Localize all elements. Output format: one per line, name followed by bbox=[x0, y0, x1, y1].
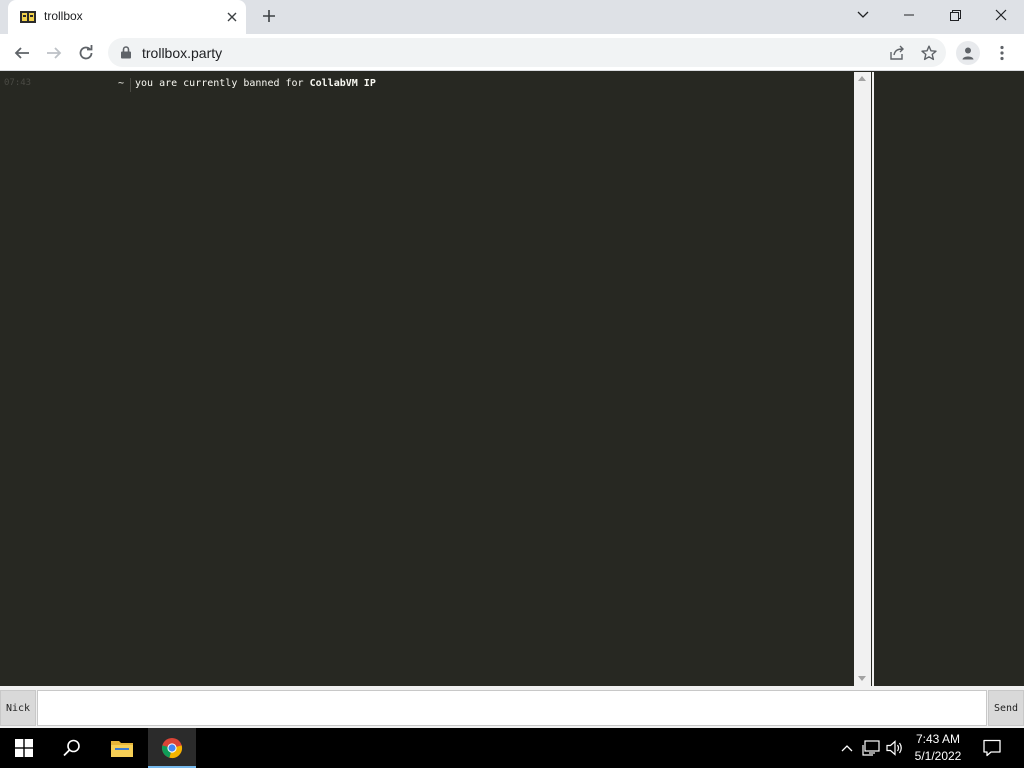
close-icon bbox=[995, 9, 1007, 21]
file-explorer-button[interactable] bbox=[98, 728, 146, 768]
arrow-right-icon bbox=[47, 47, 62, 59]
tab-title: trollbox bbox=[44, 9, 83, 23]
message-input-bar: Nick Send bbox=[0, 686, 1024, 728]
network-tray-button[interactable] bbox=[861, 738, 881, 758]
tab-search-button[interactable] bbox=[840, 0, 886, 30]
chat-message: 07:43 ~ you are currently banned for Col… bbox=[0, 78, 854, 92]
clock-time: 7:43 AM bbox=[915, 732, 961, 746]
arrow-left-icon bbox=[14, 47, 29, 59]
message-text: you are currently banned for CollabVM IP bbox=[135, 78, 376, 89]
chevron-down-icon bbox=[857, 11, 869, 18]
tab-trollbox[interactable]: trollbox bbox=[8, 0, 246, 34]
browser-tab-strip: trollbox bbox=[0, 0, 1024, 34]
message-text-bold: CollabVM IP bbox=[309, 78, 376, 89]
start-button[interactable] bbox=[0, 728, 48, 768]
new-tab-button[interactable] bbox=[259, 7, 279, 27]
message-input[interactable] bbox=[37, 690, 987, 726]
network-icon bbox=[862, 740, 880, 756]
scroll-down-arrow-icon[interactable] bbox=[858, 676, 866, 681]
person-icon bbox=[962, 47, 974, 60]
trollbox-favicon-icon bbox=[20, 9, 36, 25]
star-icon[interactable] bbox=[920, 44, 938, 62]
back-button[interactable] bbox=[8, 39, 36, 67]
show-hidden-icons-button[interactable] bbox=[837, 738, 857, 758]
message-divider bbox=[130, 78, 131, 92]
nick-button[interactable]: Nick bbox=[0, 690, 36, 726]
notification-icon bbox=[983, 739, 1001, 757]
restore-button[interactable] bbox=[932, 0, 978, 30]
chat-scrollbar[interactable] bbox=[854, 72, 871, 686]
chrome-icon bbox=[161, 738, 183, 759]
lock-icon[interactable] bbox=[120, 46, 132, 59]
window-close-button[interactable] bbox=[978, 0, 1024, 30]
search-icon bbox=[63, 739, 80, 757]
taskbar-clock[interactable]: 7:43 AM 5/1/2022 bbox=[908, 731, 968, 765]
windows-logo-icon bbox=[15, 739, 33, 757]
chevron-up-icon bbox=[841, 745, 853, 752]
message-nick[interactable]: ~ bbox=[118, 78, 124, 89]
message-text-prefix: you are currently banned for bbox=[135, 78, 310, 89]
address-bar[interactable]: trollbox.party bbox=[108, 38, 946, 67]
windows-taskbar: 7:43 AM 5/1/2022 bbox=[0, 728, 1024, 768]
url-text[interactable]: trollbox.party bbox=[142, 45, 222, 61]
scroll-track[interactable] bbox=[856, 86, 869, 672]
reload-icon bbox=[79, 45, 93, 60]
action-center-button[interactable] bbox=[980, 736, 1004, 760]
share-icon[interactable] bbox=[888, 44, 906, 62]
send-button[interactable]: Send bbox=[988, 690, 1024, 726]
volume-tray-button[interactable] bbox=[885, 738, 905, 758]
restore-icon bbox=[949, 9, 961, 21]
trollbox-page: 07:43 ~ you are currently banned for Col… bbox=[0, 72, 1024, 728]
close-icon[interactable] bbox=[224, 9, 240, 25]
folder-icon bbox=[111, 741, 133, 757]
taskbar-search-button[interactable] bbox=[48, 728, 96, 768]
minimize-icon bbox=[904, 14, 914, 16]
online-users-panel bbox=[872, 72, 1024, 686]
browser-menu-button[interactable] bbox=[992, 41, 1012, 65]
forward-button[interactable] bbox=[40, 39, 68, 67]
minimize-button[interactable] bbox=[886, 0, 932, 30]
browser-toolbar: trollbox.party bbox=[0, 34, 1024, 71]
scroll-up-arrow-icon[interactable] bbox=[858, 76, 866, 81]
kebab-menu-icon bbox=[1000, 45, 1004, 61]
plus-icon bbox=[263, 10, 275, 22]
volume-icon bbox=[886, 740, 902, 756]
chrome-taskbar-button[interactable] bbox=[148, 728, 196, 768]
chat-log[interactable]: 07:43 ~ you are currently banned for Col… bbox=[0, 72, 854, 686]
profile-button[interactable] bbox=[956, 41, 980, 65]
reload-button[interactable] bbox=[72, 39, 100, 67]
clock-date: 5/1/2022 bbox=[914, 749, 962, 763]
message-time: 07:43 bbox=[4, 78, 32, 88]
